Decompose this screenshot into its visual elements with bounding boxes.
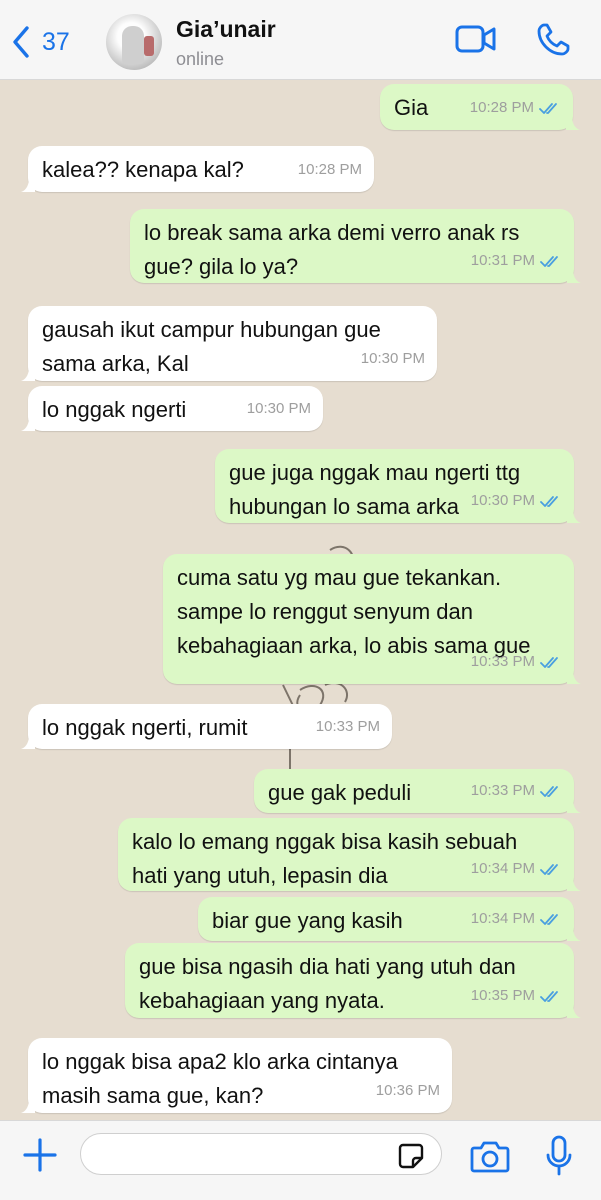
message-meta: 10:31 PM	[471, 244, 562, 278]
camera-icon[interactable]	[470, 1139, 510, 1173]
bubble-tail	[21, 417, 35, 431]
outgoing-message[interactable]: lo break sama arka demi verro anak rs gu…	[130, 209, 581, 283]
message-time: 10:28 PM	[469, 99, 534, 116]
read-ticks-icon	[540, 990, 558, 1002]
outgoing-message[interactable]: gue bisa ngasih dia hati yang utuh dan k…	[125, 943, 581, 1018]
contact-name: Gia’unair	[176, 16, 276, 42]
composer-bar	[0, 1120, 601, 1200]
message-time: 10:34 PM	[470, 860, 535, 877]
outgoing-message[interactable]: gue juga nggak mau ngerti ttg hubungan l…	[215, 449, 581, 523]
message-meta: 10:33 PM	[316, 710, 380, 744]
chevron-left-icon	[13, 26, 29, 58]
incoming-message[interactable]: lo nggak bisa apa2 klo arka cintanya mas…	[21, 1038, 452, 1113]
message-time: 10:30 PM	[360, 350, 425, 367]
read-ticks-icon	[540, 656, 558, 668]
message-time: 10:33 PM	[470, 782, 535, 799]
message-meta: 10:30 PM	[247, 392, 311, 426]
bubble-tail	[21, 735, 35, 749]
incoming-message[interactable]: gausah ikut campur hubungan gue sama ark…	[21, 306, 437, 381]
outgoing-message[interactable]: kalo lo emang nggak bisa kasih sebuah ha…	[118, 818, 581, 891]
bubble-tail	[567, 670, 581, 684]
read-ticks-icon	[540, 863, 558, 875]
message-time: 10:31 PM	[470, 252, 535, 269]
outgoing-message[interactable]: Gia 10:28 PM	[380, 84, 580, 130]
message-meta: 10:30 PM	[471, 484, 562, 518]
message-meta: 10:33 PM	[471, 645, 562, 679]
phone-icon[interactable]	[535, 22, 571, 58]
video-camera-icon[interactable]	[455, 24, 497, 54]
message-input[interactable]	[80, 1133, 442, 1175]
read-ticks-icon	[540, 255, 558, 267]
message-meta: 10:28 PM	[470, 91, 561, 125]
bubble-tail	[567, 509, 581, 523]
contact-info[interactable]: Gia’unair online	[176, 16, 276, 70]
incoming-message[interactable]: lo nggak ngerti 10:30 PM	[21, 386, 323, 431]
bubble-tail	[567, 269, 581, 283]
message-meta: 10:34 PM	[471, 852, 562, 886]
avatar[interactable]	[106, 14, 162, 70]
back-button[interactable]: 37	[10, 22, 70, 62]
bubble-tail	[566, 116, 580, 130]
message-time: 10:35 PM	[470, 987, 535, 1004]
message-time: 10:34 PM	[470, 910, 535, 927]
message-meta: 10:35 PM	[471, 979, 562, 1013]
bubble-tail	[21, 178, 35, 192]
message-meta: 10:36 PM	[376, 1074, 440, 1108]
message-time: 10:28 PM	[297, 161, 362, 178]
outgoing-message[interactable]: cuma satu yg mau gue tekankan. sampe lo …	[163, 554, 581, 684]
contact-status: online	[176, 49, 225, 69]
message-meta: 10:28 PM	[298, 153, 362, 187]
read-ticks-icon	[540, 785, 558, 797]
chat-header: 37 Gia’unair online	[0, 0, 601, 80]
message-time: 10:30 PM	[246, 400, 311, 417]
unread-count: 37	[42, 27, 70, 56]
outgoing-message[interactable]: gue gak peduli 10:33 PM	[254, 769, 581, 813]
bubble-tail	[567, 799, 581, 813]
incoming-message[interactable]: lo nggak ngerti, rumit 10:33 PM	[21, 704, 392, 749]
bubble-tail	[21, 367, 35, 381]
read-ticks-icon	[540, 913, 558, 925]
message-time: 10:33 PM	[470, 653, 535, 670]
read-ticks-icon	[540, 495, 558, 507]
microphone-icon[interactable]	[545, 1135, 573, 1177]
message-time: 10:33 PM	[315, 718, 380, 735]
bubble-tail	[567, 927, 581, 941]
bubble-tail	[567, 877, 581, 891]
sticker-icon[interactable]	[398, 1143, 424, 1169]
message-meta: 10:33 PM	[471, 774, 562, 808]
outgoing-message[interactable]: biar gue yang kasih 10:34 PM	[198, 897, 581, 941]
message-meta: 10:30 PM	[361, 342, 425, 376]
plus-icon[interactable]	[22, 1137, 58, 1173]
incoming-message[interactable]: kalea?? kenapa kal? 10:28 PM	[21, 146, 374, 192]
message-meta: 10:34 PM	[471, 902, 562, 936]
message-time: 10:36 PM	[375, 1082, 440, 1099]
bubble-tail	[567, 1004, 581, 1018]
message-list[interactable]: Gia 10:28 PM kalea?? kenapa kal? 10:28 PM lo…	[0, 80, 601, 1120]
message-time: 10:30 PM	[470, 492, 535, 509]
bubble-tail	[21, 1099, 35, 1113]
read-ticks-icon	[539, 102, 557, 114]
